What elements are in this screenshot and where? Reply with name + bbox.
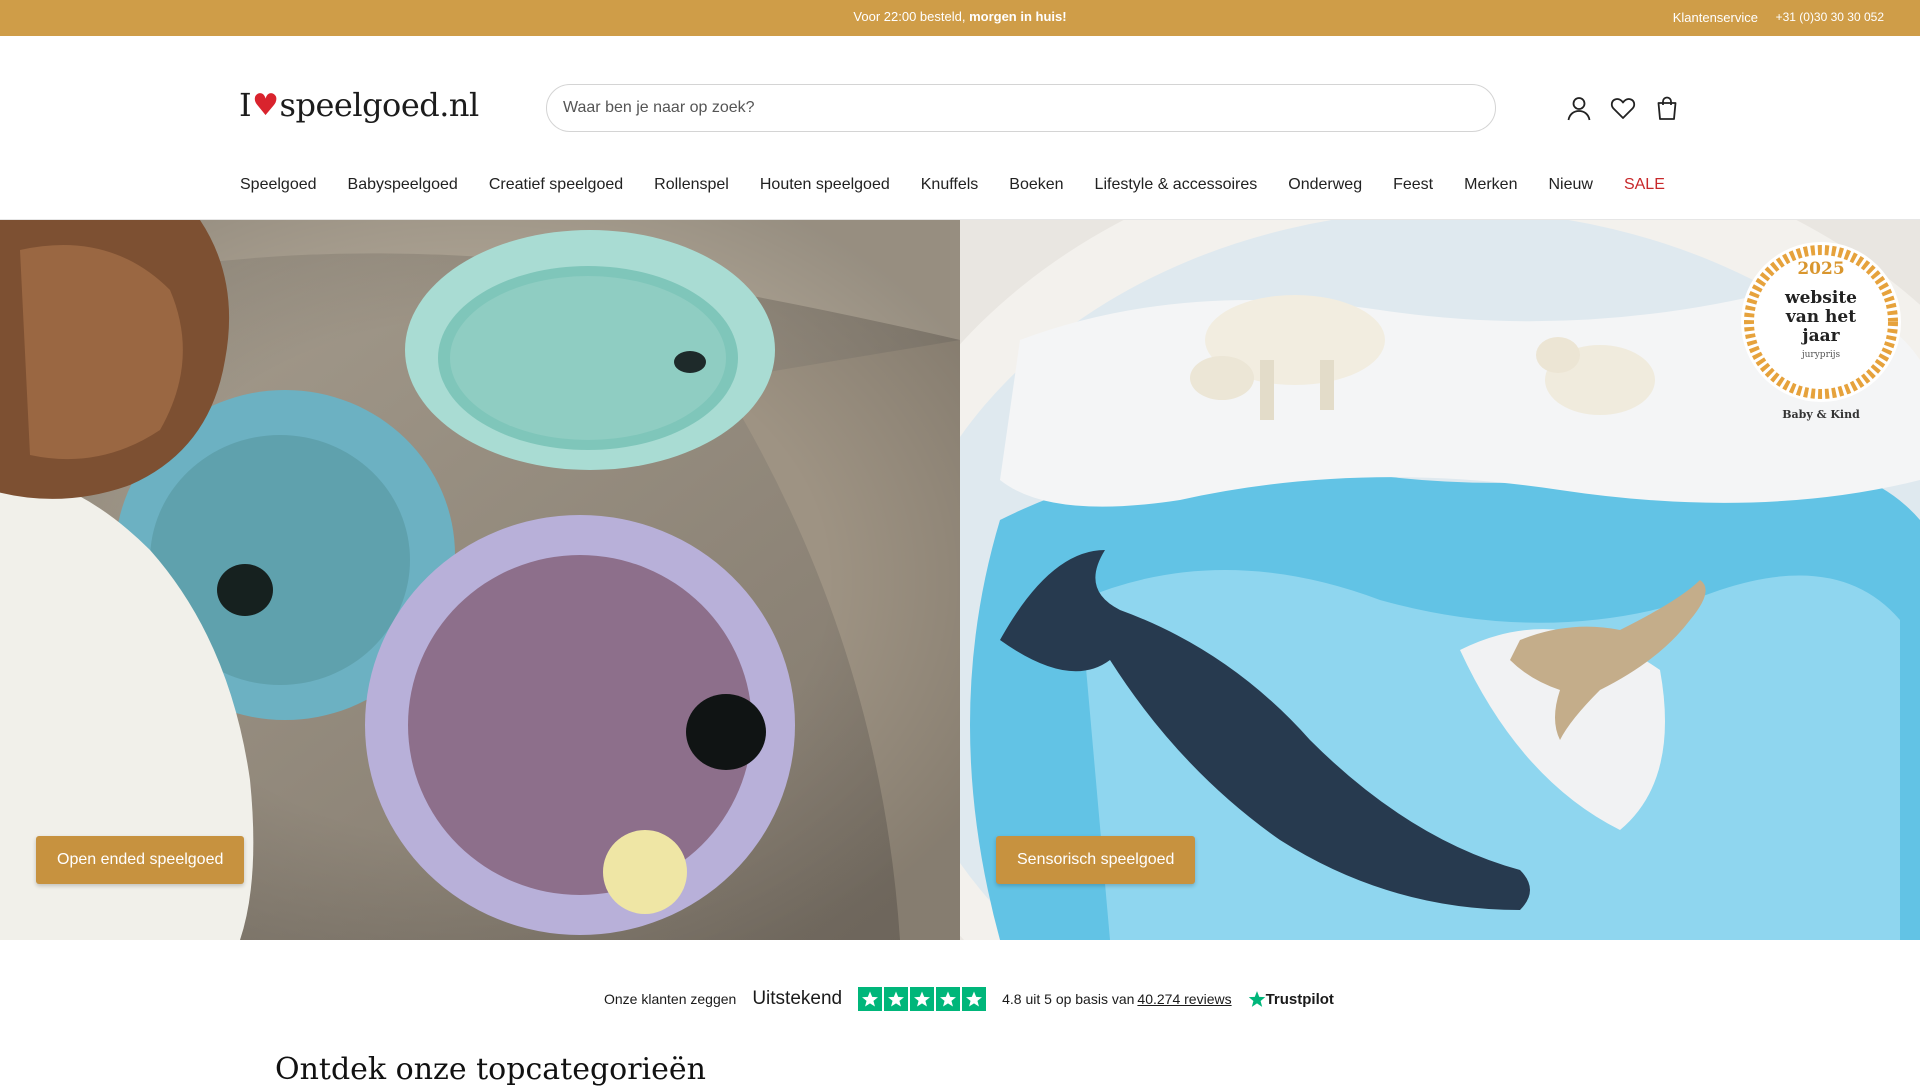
delivery-promo: Voor 22:00 besteld, morgen in huis! [0, 9, 1920, 24]
promo-text: Voor 22:00 besteld, [853, 9, 970, 24]
search-input[interactable] [563, 85, 1463, 131]
customer-service-link[interactable]: Klantenservice [1673, 10, 1758, 25]
nav-knuffels[interactable]: Knuffels [921, 176, 979, 194]
account-icon[interactable] [1565, 94, 1593, 122]
trust-star-icon [936, 987, 961, 1011]
trust-score: 4.8 uit 5 op basis van [1002, 991, 1135, 1007]
main-nav: Speelgoed Babyspeelgoed Creatief speelgo… [240, 176, 1665, 194]
trustpilot-brand: Trustpilot [1265, 990, 1334, 1008]
award-line3: jaar [1800, 326, 1840, 346]
nav-boeken[interactable]: Boeken [1009, 176, 1063, 194]
logo-prefix: I [239, 86, 252, 124]
nav-babyspeelgoed[interactable]: Babyspeelgoed [348, 176, 458, 194]
trustpilot-star-icon [1248, 991, 1265, 1007]
nav-onderweg[interactable]: Onderweg [1288, 176, 1362, 194]
logo-name: speelgoed.nl [279, 86, 480, 124]
award-brand: Baby & Kind [1782, 408, 1860, 421]
award-line1: website [1784, 288, 1857, 308]
hero-left-illustration [0, 220, 960, 940]
search-bar [546, 84, 1496, 132]
trust-rating-word: Uitstekend [752, 988, 843, 1009]
announcement-bar: Voor 22:00 besteld, morgen in huis! Klan… [0, 0, 1920, 36]
open-ended-button[interactable]: Open ended speelgoed [36, 836, 245, 884]
trust-stars [858, 987, 987, 1011]
award-year: 2025 [1797, 259, 1844, 279]
nav-rollenspel[interactable]: Rollenspel [654, 176, 729, 194]
trust-reviews-link[interactable]: 40.274 reviews [1137, 991, 1231, 1007]
trust-star-icon [884, 987, 909, 1011]
nav-sale[interactable]: SALE [1624, 176, 1665, 194]
logo-heart-icon: ♥ [252, 87, 279, 123]
hero-right-illustration: 2025 website van het jaar juryprijs Baby… [960, 220, 1920, 940]
phone-link[interactable]: +31 (0)30 30 30 052 [1776, 10, 1884, 24]
trust-star-icon [962, 987, 987, 1011]
nav-speelgoed[interactable]: Speelgoed [240, 176, 317, 194]
nav-feest[interactable]: Feest [1393, 176, 1433, 194]
award-line2: van het [1785, 307, 1856, 327]
nav-lifestyle-accessoires[interactable]: Lifestyle & accessoires [1095, 176, 1258, 194]
trust-star-icon [910, 987, 935, 1011]
nav-creatief-speelgoed[interactable]: Creatief speelgoed [489, 176, 623, 194]
header-icons [1565, 94, 1681, 122]
trust-say: Onze klanten zeggen [604, 991, 737, 1007]
hero-sensory-image[interactable]: 2025 website van het jaar juryprijs Baby… [960, 220, 1920, 940]
trustpilot-widget[interactable]: Onze klanten zeggen Uitstekend 4.8 uit 5… [604, 984, 1334, 1014]
trust-star-icon [858, 987, 883, 1011]
shopping-bag-icon[interactable] [1653, 94, 1681, 122]
nav-nieuw[interactable]: Nieuw [1548, 176, 1592, 194]
top-categories-title: Ontdek onze topcategorieën [275, 1052, 706, 1087]
nav-houten-speelgoed[interactable]: Houten speelgoed [760, 176, 890, 194]
promo-bold-text: morgen in huis! [969, 9, 1067, 24]
site-logo[interactable]: I ♥ speelgoed.nl [239, 86, 479, 124]
site-header: I♥speelgoed.nl Speelgoed Babyspeelgoed C… [0, 36, 1920, 220]
wishlist-heart-icon[interactable] [1609, 94, 1637, 122]
trustpilot-logo: Trustpilot [1248, 990, 1334, 1008]
award-sub: juryprijs [1801, 350, 1841, 360]
sensory-button[interactable]: Sensorisch speelgoed [996, 836, 1196, 884]
nav-merken[interactable]: Merken [1464, 176, 1517, 194]
hero-open-ended-image[interactable] [0, 220, 960, 940]
